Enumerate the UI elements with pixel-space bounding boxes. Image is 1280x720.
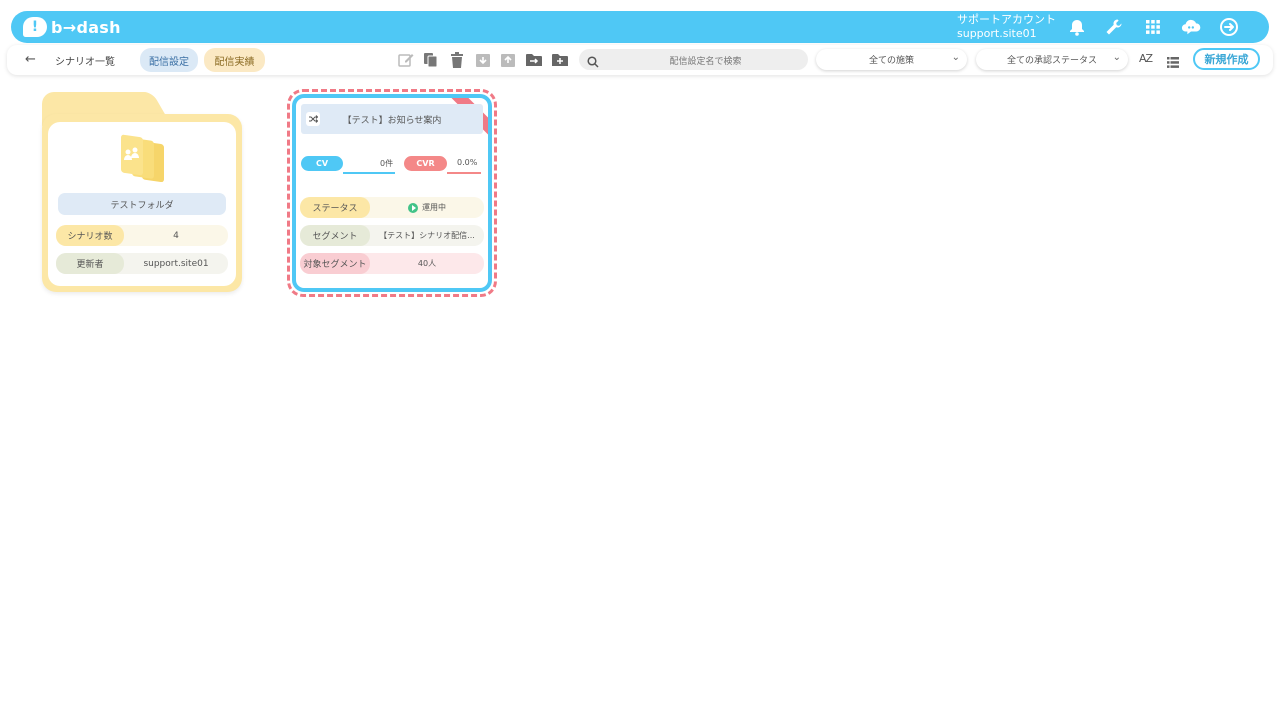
- toolbar: ← シナリオ一覧 配信設定 配信実績 全ての施策 ⌄ 全ての承認ステータス ⌄ …: [7, 45, 1273, 75]
- logo-mark: !: [23, 17, 47, 37]
- new-folder-icon[interactable]: [551, 51, 568, 68]
- search-icon: [587, 53, 599, 72]
- archive-out-icon[interactable]: [499, 51, 516, 68]
- cv-label: CV: [301, 156, 343, 171]
- folder-scenario-count-row: シナリオ数 4: [56, 225, 228, 246]
- list-view-icon[interactable]: [1167, 53, 1179, 72]
- bdash-logo[interactable]: ! b→dash: [23, 16, 121, 38]
- edit-icon[interactable]: [397, 51, 414, 68]
- chevron-down-icon: ⌄: [951, 52, 960, 63]
- scenario-card[interactable]: NEW 【テスト】お知らせ案内 CV 0件 CVR 0.0% ステータス 運用中…: [287, 89, 497, 297]
- scenario-segment-row: セグメント 【テスト】シナリオ配信...: [300, 225, 484, 246]
- folder-row-value: support.site01: [143, 258, 209, 269]
- search-box: [579, 49, 808, 73]
- grid-icon[interactable]: [1143, 17, 1163, 37]
- scenario-row-label: 対象セグメント: [300, 253, 370, 274]
- scenario-title: 【テスト】お知らせ案内: [342, 115, 442, 126]
- copy-icon[interactable]: [422, 51, 439, 68]
- approval-status-select-value: 全ての承認ステータス: [1006, 56, 1097, 66]
- cv-value: 0件: [380, 159, 394, 168]
- breadcrumb-scenario-list[interactable]: シナリオ一覧: [55, 53, 115, 68]
- back-button[interactable]: ←: [25, 52, 36, 67]
- logo-text: b→dash: [51, 17, 121, 37]
- folder-row-label: 更新者: [56, 253, 124, 274]
- scenario-row-value: 40人: [417, 259, 437, 268]
- bell-icon[interactable]: [1067, 17, 1087, 37]
- shuffle-icon: [306, 112, 320, 126]
- cloud-chat-icon[interactable]: [1181, 17, 1201, 37]
- folder-row-value: 4: [173, 230, 179, 241]
- approval-status-select[interactable]: 全ての承認ステータス ⌄: [976, 49, 1128, 70]
- policy-select-value: 全ての施策: [868, 56, 914, 66]
- chevron-down-icon: ⌄: [1112, 52, 1121, 63]
- scenario-row-label: セグメント: [300, 225, 370, 246]
- archive-in-icon[interactable]: [474, 51, 491, 68]
- logout-icon[interactable]: [1219, 17, 1239, 37]
- scenario-target-segment-row: 対象セグメント 40人: [300, 253, 484, 274]
- scenario-title-box: 【テスト】お知らせ案内: [301, 104, 483, 134]
- play-icon: [408, 202, 418, 213]
- trash-icon[interactable]: [448, 51, 465, 68]
- scenario-card-content: NEW 【テスト】お知らせ案内 CV 0件 CVR 0.0% ステータス 運用中…: [292, 94, 492, 292]
- folder-name: テストフォルダ: [58, 193, 226, 215]
- folder-card[interactable]: テストフォルダ シナリオ数 4 更新者 support.site01: [42, 92, 242, 292]
- scenario-row-value: 【テスト】シナリオ配信...: [379, 231, 475, 240]
- tab-delivery-results[interactable]: 配信実績: [204, 48, 265, 72]
- wrench-icon[interactable]: [1104, 17, 1124, 37]
- cvr-label: CVR: [404, 156, 447, 171]
- account-id: support.site01: [957, 27, 1037, 40]
- cvr-value: 0.0%: [457, 158, 478, 167]
- scenario-status-row: ステータス 運用中: [300, 197, 484, 218]
- folder-row-label: シナリオ数: [56, 225, 124, 246]
- scenario-row-value: 運用中: [422, 203, 446, 212]
- account-info[interactable]: サポートアカウント support.site01: [957, 13, 1056, 41]
- search-input[interactable]: [579, 51, 808, 73]
- scenario-status-value: 運用中: [370, 197, 484, 218]
- move-to-folder-icon[interactable]: [525, 51, 542, 68]
- folder-stack-icon: [118, 132, 174, 186]
- top-header: ! b→dash サポートアカウント support.site01: [11, 11, 1269, 43]
- folder-updater-row: 更新者 support.site01: [56, 253, 228, 274]
- scenario-row-label: ステータス: [300, 197, 370, 218]
- create-new-button[interactable]: 新規作成: [1193, 48, 1260, 70]
- tab-delivery-settings[interactable]: 配信設定: [140, 48, 198, 72]
- sort-az-icon[interactable]: AZ: [1139, 52, 1153, 65]
- folder-card-content: テストフォルダ シナリオ数 4 更新者 support.site01: [48, 122, 236, 286]
- account-name: サポートアカウント: [957, 13, 1056, 26]
- policy-select[interactable]: 全ての施策 ⌄: [816, 49, 967, 70]
